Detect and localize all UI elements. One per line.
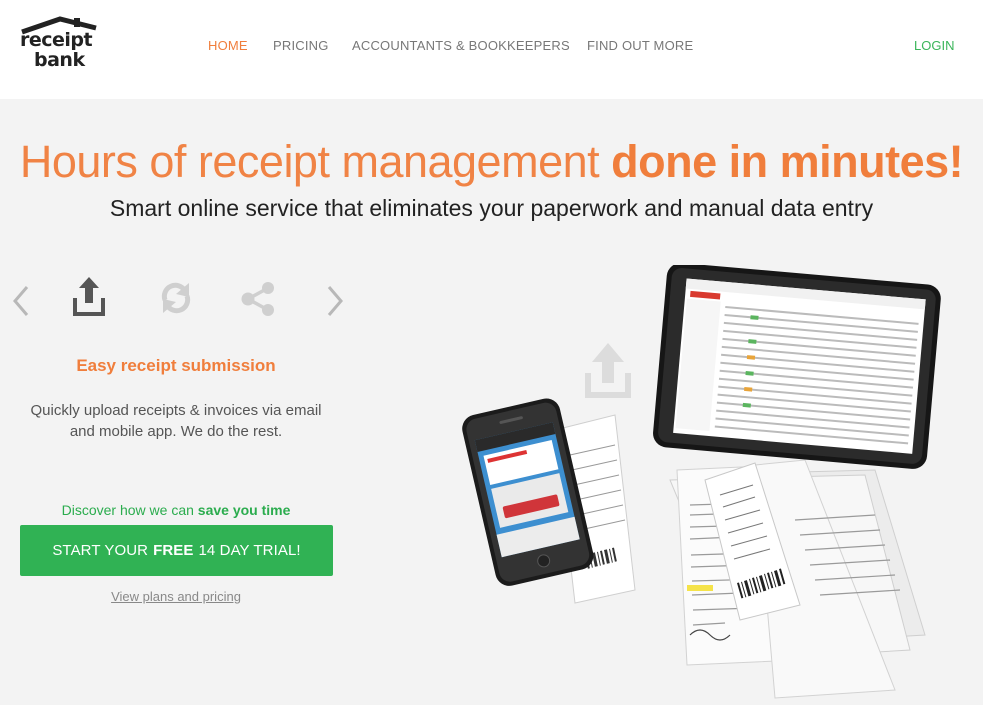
view-plans-link[interactable]: View plans and pricing (20, 589, 332, 604)
devices-illustration (462, 262, 941, 699)
feature-description: Quickly upload receipts & invoices via e… (30, 402, 322, 440)
chevron-right-icon (327, 286, 343, 316)
start-free-trial-button[interactable]: START YOUR FREE 14 DAY TRIAL! (20, 525, 333, 576)
sync-icon (161, 282, 191, 314)
carousel-prev-button[interactable] (10, 284, 32, 323)
trial-suffix: 14 DAY TRIAL! (198, 542, 301, 559)
receipt-bank-logo[interactable]: receipt bank (18, 16, 100, 76)
logo-text-line2: bank (34, 49, 85, 71)
upload-icon (73, 277, 105, 316)
nav-find-out-more[interactable]: FIND OUT MORE (587, 38, 693, 53)
share-icon (241, 282, 274, 316)
hero-title-light: Hours of receipt management (19, 136, 600, 187)
feature-tab-upload[interactable] (72, 276, 106, 321)
carousel-next-button[interactable] (324, 284, 346, 323)
tablet (653, 262, 941, 469)
nav-pricing[interactable]: PRICING (273, 38, 329, 53)
hero-illustration (455, 262, 945, 700)
hero-subtitle: Smart online service that eliminates you… (109, 195, 874, 221)
logo-text-line1: receipt (20, 29, 93, 51)
discover-text: Discover how we can save you time (20, 502, 332, 518)
discover-prefix: Discover how we can (61, 502, 194, 518)
discover-bold: save you time (197, 502, 291, 518)
chevron-left-icon (13, 286, 29, 316)
hero-title-bold: done in minutes! (611, 136, 964, 187)
feature-tab-sync[interactable] (158, 280, 194, 321)
faint-upload-icon (585, 343, 631, 398)
trial-prefix: START YOUR (52, 542, 149, 559)
feature-tab-share[interactable] (240, 282, 276, 321)
site-header: receipt bank HOME PRICING ACCOUNTANTS & … (0, 0, 983, 99)
nav-accountants[interactable]: ACCOUNTANTS & BOOKKEEPERS (352, 38, 570, 53)
nav-home[interactable]: HOME (208, 38, 248, 53)
login-link[interactable]: LOGIN (914, 38, 954, 53)
trial-bold: FREE (153, 542, 194, 559)
invoice-papers (669, 459, 926, 699)
feature-title: Easy receipt submission (76, 356, 276, 375)
hero-title: Hours of receipt management done in minu… (0, 136, 983, 188)
